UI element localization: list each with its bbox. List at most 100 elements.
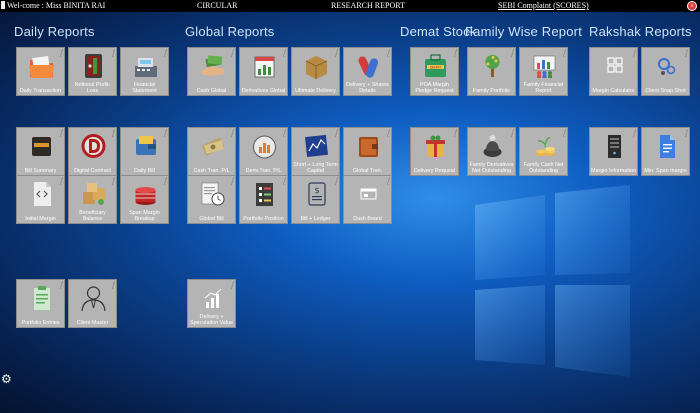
tile-client-snap-shot[interactable]: Client Snap Shot <box>641 47 690 96</box>
banknotes-icon <box>201 137 225 156</box>
settings-gear-icon[interactable]: ⚙ <box>1 372 12 386</box>
tile-financial-statement[interactable]: Financial Statement <box>120 47 169 96</box>
tile-short-long-term-capital[interactable]: Short + Long Term Capital <box>291 127 340 176</box>
tile-min-span-margin[interactable]: Min. Span margin <box>641 127 690 176</box>
tile-label: Short + Long Term Capital <box>293 162 338 174</box>
tile-label: Global Tran. <box>352 168 383 174</box>
welcome-text: Wel-come : Miss BINITA RAI <box>7 1 106 10</box>
tile-label: Bill + Ledger <box>300 216 331 222</box>
checklist-icon <box>256 183 273 206</box>
tile-global-tran[interactable]: Global Tran. <box>343 127 392 176</box>
tile-label: Beneficiary Balance <box>79 210 106 222</box>
svg-text:DEMAT: DEMAT <box>430 65 441 69</box>
tile-bill-ledger[interactable]: $ Bill + Ledger <box>291 175 340 224</box>
tile-label: Portfolio Entries <box>21 320 60 326</box>
tile-label: Digital Contract <box>74 168 111 174</box>
tile-client-master[interactable]: Client Master <box>68 279 117 328</box>
leather-wallet-icon <box>359 137 378 157</box>
circular-link[interactable]: CIRCULAR <box>197 0 237 12</box>
growth-bars-icon <box>204 288 222 308</box>
tile-margin-calculator[interactable]: Margin Calculator <box>589 47 638 96</box>
money-hand-icon <box>201 55 224 76</box>
tile-daily-bill[interactable]: Daily Bill <box>120 127 169 176</box>
tile-label: Daily Transaction <box>19 88 62 94</box>
tile-delivery-request[interactable]: Delivery Request <box>410 127 459 176</box>
tile-label: Delivery + Shares Details <box>346 82 389 94</box>
tile-beneficiary-balance[interactable]: Beneficiary Balance <box>68 175 117 224</box>
tile-label: Dash Board <box>353 216 382 222</box>
tile-label: Financial Statement <box>132 82 157 94</box>
demat-briefcase-icon: DEMAT <box>425 54 446 77</box>
tile-global-bill[interactable]: Global Bill <box>187 175 236 224</box>
cash-register-icon <box>135 58 157 77</box>
tile-cash-tran-pl[interactable]: Cash Tran. P/L <box>187 127 236 176</box>
close-button[interactable]: × <box>687 1 697 11</box>
svg-text:$: $ <box>314 186 319 195</box>
tile-daily-transaction[interactable]: Daily Transaction <box>16 47 65 96</box>
tile-span-margin-breakup[interactable]: Span Margin Breakup <box>120 175 169 224</box>
pills-icon <box>358 56 379 78</box>
ledger-dollar-icon: $ <box>308 182 326 206</box>
calculator-grid-icon <box>607 57 623 73</box>
coin-bag-icon <box>483 135 502 157</box>
tile-label: Delivery + Speculation Value <box>189 314 234 326</box>
section-title-family: Family Wise Report <box>465 24 583 39</box>
package-icon <box>305 56 328 79</box>
tile-label: Family Cash Net Outstanding <box>523 162 564 174</box>
tile-label: Notional Profit-Loss <box>74 82 111 94</box>
research-report-link[interactable]: RESEARCH REPORT <box>331 0 405 12</box>
person-icon <box>81 286 106 312</box>
tile-margin-information[interactable]: Margin Information <box>589 127 638 176</box>
folder-icon <box>29 55 54 78</box>
tile-poa-margin-pledge-request[interactable]: DEMAT POA Margin Pledge Request <box>410 47 459 96</box>
tile-label: Deriv.Tran. P/L <box>245 168 282 174</box>
tile-label: POA Margin Pledge Request <box>415 82 454 94</box>
code-file-icon <box>34 182 51 206</box>
tile-family-financial-report[interactable]: Family Financial Report <box>519 47 568 96</box>
wallet-cards-icon <box>136 136 156 155</box>
section-title-rakshak: Rakshak Reports <box>589 24 692 39</box>
tile-label: Margin Information <box>591 168 636 174</box>
tile-label: Delivery Request <box>413 168 456 174</box>
tile-delivery-speculation-value[interactable]: Delivery + Speculation Value <box>187 279 236 328</box>
wallet-icon <box>32 137 51 156</box>
section-title-daily: Daily Reports <box>14 24 95 39</box>
tile-bill-summary[interactable]: Bill Summary <box>16 127 65 176</box>
tile-deriv-tran-pl[interactable]: Deriv.Tran. P/L <box>239 127 288 176</box>
tile-label: Ultimate Delivery <box>295 88 336 94</box>
stopwatch-chart-icon <box>253 135 276 159</box>
safe-icon <box>85 54 102 78</box>
tile-dash-board[interactable]: Dash Board <box>343 175 392 224</box>
coins-plant-icon <box>536 136 555 156</box>
sebi-complaint-link[interactable]: SEBI Complaint (SCORES) <box>498 0 589 12</box>
tile-digital-contract[interactable]: Digital Contract <box>68 127 117 176</box>
money-tree-icon <box>485 55 500 77</box>
tile-family-cash-net-outstanding[interactable]: Family Cash Net Outstanding <box>519 127 568 176</box>
tile-label: Family Portfolio <box>472 88 511 94</box>
tile-initial-margin[interactable]: Initial Margin <box>16 175 65 224</box>
tile-label: Daily Bill <box>134 168 155 174</box>
tile-notional-profit-loss[interactable]: Notional Profit-Loss <box>68 47 117 96</box>
tile-portfolio-position[interactable]: Portfolio Position <box>239 175 288 224</box>
gift-box-icon <box>426 135 445 157</box>
family-chart-icon <box>533 55 556 78</box>
top-bar: Wel-come : Miss BINITA RAI CIRCULAR RESE… <box>0 0 700 12</box>
tile-label: Derivatives Global <box>241 88 286 94</box>
tile-family-derivatives-net-outstanding[interactable]: Family Derivatives Net Outstanding <box>467 127 516 176</box>
clipboard-icon <box>34 286 50 310</box>
tile-derivatives-global[interactable]: Derivatives Global <box>239 47 288 96</box>
clock-document-icon <box>201 182 225 206</box>
tile-label: Client Master <box>76 320 109 326</box>
tile-family-portfolio[interactable]: Family Portfolio <box>467 47 516 96</box>
tile-portfolio-entries[interactable]: Portfolio Entries <box>16 279 65 328</box>
calendar-chart-icon <box>254 56 275 78</box>
app-logo-icon <box>1 1 5 9</box>
tile-cash-global[interactable]: Cash Global <box>187 47 236 96</box>
gears-person-icon <box>658 58 676 75</box>
tile-label: Family Financial Report <box>524 82 563 94</box>
trend-chart-icon <box>305 134 328 157</box>
tile-delivery-shares-details[interactable]: Delivery + Shares Details <box>343 47 392 96</box>
tile-ultimate-delivery[interactable]: Ultimate Delivery <box>291 47 340 96</box>
wallpaper-windows-logo <box>475 185 630 377</box>
poker-chips-icon <box>135 187 156 205</box>
